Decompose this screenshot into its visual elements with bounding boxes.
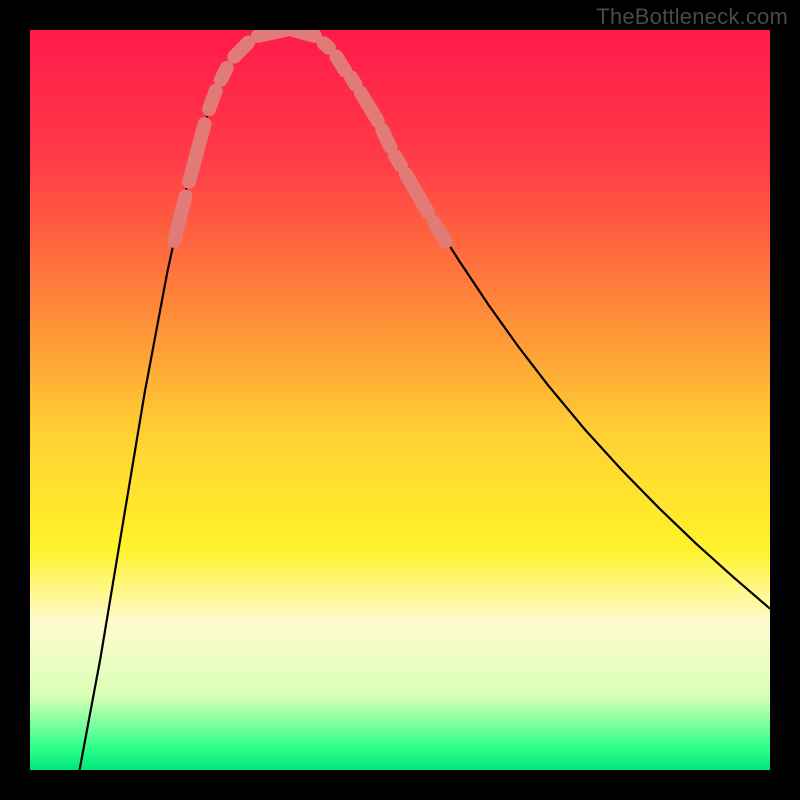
bottom-capsules-segment — [258, 30, 285, 36]
watermark-text: TheBottleneck.com — [596, 4, 788, 30]
plot-area — [30, 30, 770, 770]
left-capsules-segment — [234, 43, 248, 57]
left-capsules-segment — [221, 68, 227, 80]
right-capsules-segment — [336, 57, 345, 71]
left-capsules-segment — [209, 91, 216, 110]
right-capsules-segment — [382, 130, 390, 147]
right-capsules-segment — [395, 156, 401, 166]
chart-frame: TheBottleneck.com — [0, 0, 800, 800]
chart-svg — [30, 30, 770, 770]
gradient-background — [30, 30, 770, 770]
bottom-capsules-segment — [324, 43, 329, 47]
right-capsules-segment — [351, 77, 355, 84]
bottom-capsules-segment — [293, 30, 314, 36]
